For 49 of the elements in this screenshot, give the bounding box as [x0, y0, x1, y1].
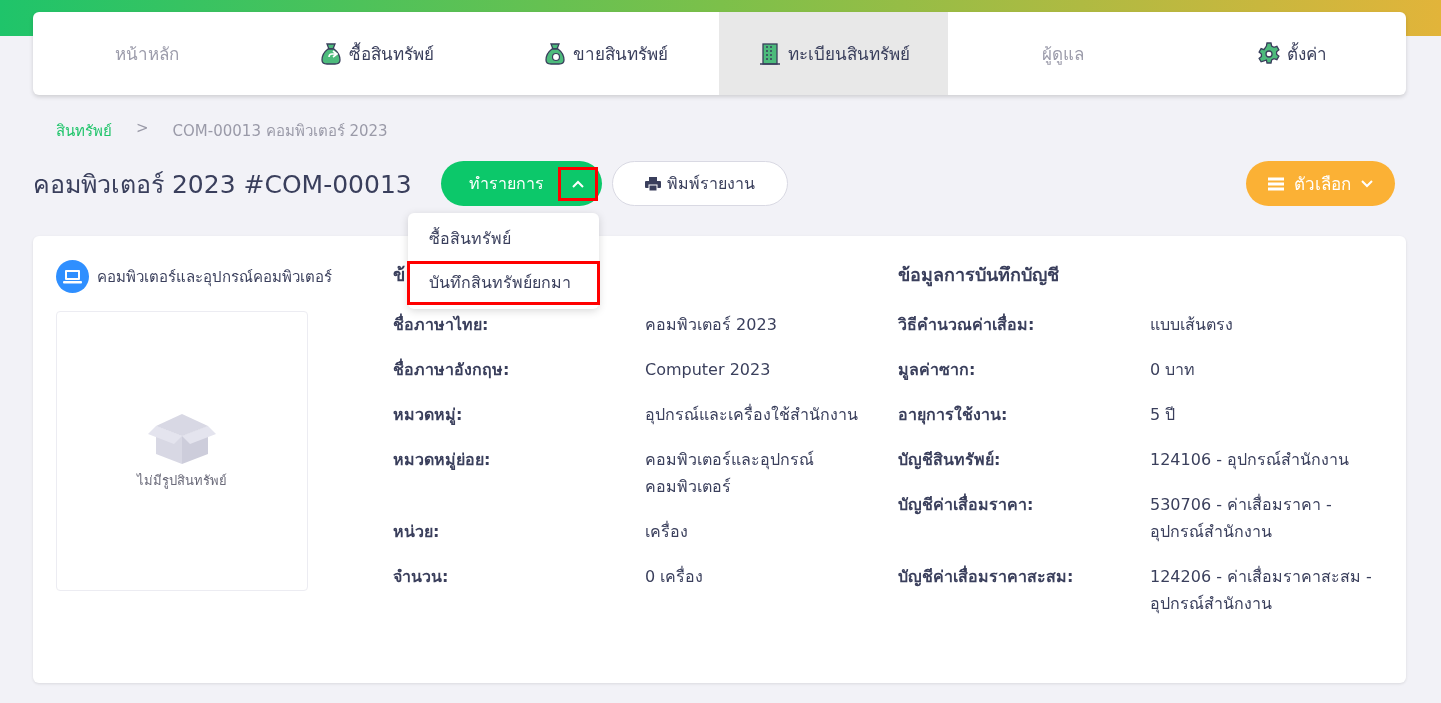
field-value: 124206 - ค่าเสื่อมราคาสะสม - อุปกรณ์สำนักงาน: [1150, 565, 1373, 616]
field-value: เครื่อง: [645, 520, 689, 543]
menu-item[interactable]: บันทึกสินทรัพย์ยกมา: [407, 261, 600, 305]
section-title: ข้อมูลการบันทึกบัญชี: [898, 263, 1059, 289]
field-label: จำนวน:: [393, 566, 450, 588]
nav-tab[interactable]: ซื้อสินทรัพย์: [261, 12, 491, 95]
field-value: แบบเส้นตรง: [1150, 314, 1234, 336]
building-icon: [757, 41, 782, 66]
field-label: บัญชีสินทรัพย์:: [898, 449, 1002, 472]
section-title: ข้: [393, 263, 405, 287]
field-value: Computer 2023: [645, 359, 772, 381]
page-title: คอมพิวเตอร์ 2023 #COM-00013: [33, 168, 413, 201]
field-value: อุปกรณ์และเครื่องใช้สำนักงาน: [645, 403, 859, 427]
breadcrumb-separator: >: [136, 119, 149, 139]
field-label: อายุการใช้งาน:: [898, 404, 1009, 427]
laptop-icon: [56, 260, 89, 293]
field-label: วิธีคำนวณค่าเสื่อม:: [898, 312, 1036, 336]
field-value: คอมพิวเตอร์ 2023: [645, 314, 778, 336]
menu-item[interactable]: ซื้อสินทรัพย์: [407, 217, 600, 261]
placeholder-text: ไม่มีรูปสินทรัพย์: [137, 471, 227, 491]
nav-tab[interactable]: ตั้งค่า: [1177, 12, 1406, 95]
money-bag-icon: [542, 41, 567, 66]
chevron-icon: [572, 179, 584, 188]
field-value: 530706 - ค่าเสื่อมราคา - อุปกรณ์สำนักงาน: [1150, 493, 1333, 544]
money-bag-arrow-icon: [318, 41, 343, 66]
field-value: คอมพิวเตอร์และอุปกรณ์คอมพิวเตอร์: [645, 449, 815, 498]
field-label: ชื่อภาษาอังกฤษ:: [393, 357, 511, 381]
field-label: หมวดหมู่:: [393, 404, 464, 427]
field-label: หมวดหมู่ย่อย:: [393, 449, 492, 472]
settings-icon: [1256, 41, 1281, 66]
nav-tab[interactable]: ขายสินทรัพย์: [490, 12, 720, 95]
category-label: คอมพิวเตอร์และอุปกรณ์คอมพิวเตอร์: [97, 266, 332, 289]
field-value: 5 ปี: [1150, 404, 1177, 426]
box-icon: [148, 411, 216, 464]
menu-icon: [1268, 176, 1284, 191]
printer-icon: [645, 176, 661, 191]
field-value: 0 เครื่อง: [645, 565, 705, 588]
field-value: 0 บาท: [1150, 359, 1197, 381]
print-button[interactable]: พิมพ์รายงาน: [612, 161, 788, 206]
breadcrumb-current: COM-00013 คอมพิวเตอร์ 2023: [172, 121, 388, 142]
nav-tab[interactable]: ทะเบียนสินทรัพย์: [719, 12, 949, 95]
field-label: บัญชีค่าเสื่อมราคา:: [898, 492, 1035, 517]
field-value: 124106 - อุปกรณ์สำนักงาน: [1150, 449, 1351, 472]
chevron-down-icon: [1361, 179, 1373, 188]
field-label: หน่วย:: [393, 521, 441, 543]
field-label: มูลค่าซาก:: [898, 359, 977, 382]
field-label: บัญชีค่าเสื่อมราคาสะสม:: [898, 564, 1075, 589]
dropdown-toggle[interactable]: [558, 166, 598, 201]
field-label: ชื่อภาษาไทย:: [393, 312, 490, 336]
